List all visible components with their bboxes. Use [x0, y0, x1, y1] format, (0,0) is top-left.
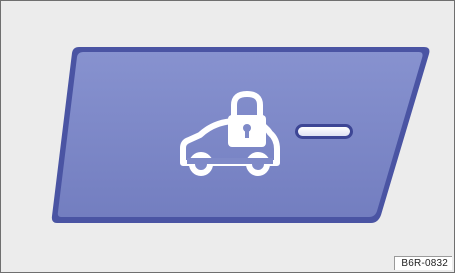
illustration-frame: B6R-0832 [0, 0, 455, 273]
indicator-light-lens [298, 127, 350, 136]
reference-code-label: B6R-0832 [394, 256, 452, 270]
keyhole-slot [245, 129, 249, 138]
central-locking-illustration [51, 47, 430, 223]
indicator-light [295, 124, 353, 139]
car-underside-gap [187, 158, 273, 164]
